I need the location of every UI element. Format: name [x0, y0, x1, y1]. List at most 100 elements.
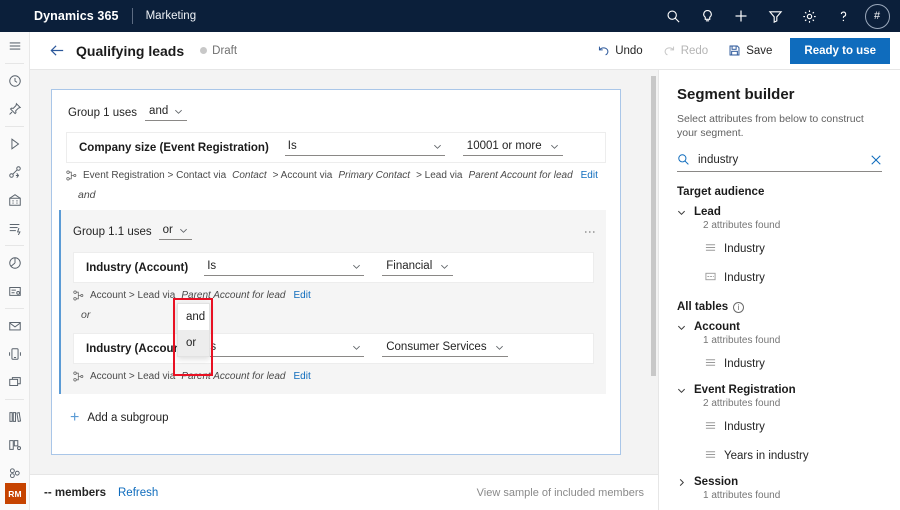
path-edit-link[interactable]: Edit: [293, 290, 310, 301]
condition-row[interactable]: Industry (Account) Is Financial: [73, 252, 594, 283]
target-audience-label: Target audience: [677, 186, 764, 198]
chevron-down-icon: [352, 262, 361, 271]
relationship-path: Account > Lead via Parent Account for le…: [73, 371, 594, 382]
condition-value-dropdown[interactable]: Consumer Services: [382, 340, 507, 357]
tree-group-name: Lead: [694, 206, 721, 218]
members-count-label: -- members: [44, 487, 106, 499]
path-segment-a: Parent Account for lead: [181, 371, 285, 382]
help-icon[interactable]: [826, 0, 860, 32]
hamburger-menu-icon[interactable]: [0, 32, 30, 60]
relationship-icon: [66, 170, 77, 181]
condition-value-dropdown[interactable]: 10001 or more: [463, 139, 563, 156]
attribute-item[interactable]: Industry: [705, 355, 882, 373]
attribute-item[interactable]: Years in industry: [705, 447, 882, 465]
view-sample-link[interactable]: View sample of included members: [477, 487, 644, 499]
email-icon[interactable]: [0, 312, 30, 340]
add-subgroup-label: Add a subgroup: [87, 412, 168, 424]
redo-label: Redo: [681, 45, 709, 57]
page-icon[interactable]: [0, 368, 30, 396]
rail-divider: [5, 126, 24, 127]
condition-value: Consumer Services: [386, 341, 486, 353]
tree-group-count: 2 attributes found: [703, 220, 882, 231]
status-dot-icon: [200, 47, 207, 54]
attribute-item[interactable]: Industry: [705, 269, 882, 287]
search-icon[interactable]: [656, 0, 690, 32]
chevron-down-icon: [352, 343, 361, 352]
user-initials-badge: RM: [5, 483, 26, 504]
group-1-operator-dropdown[interactable]: and: [145, 104, 187, 121]
condition-value: Financial: [386, 260, 432, 272]
tree-group-name: Event Registration: [694, 384, 796, 396]
tree-group-account[interactable]: Account: [677, 321, 882, 333]
lead-scoring-icon[interactable]: [0, 214, 30, 242]
user-badge-container[interactable]: RM: [0, 483, 30, 504]
dropdown-option-or[interactable]: or: [178, 330, 209, 356]
plus-icon[interactable]: [724, 0, 758, 32]
group-1-label: Group 1 uses: [68, 107, 137, 119]
path-mid: > Account via: [273, 170, 333, 181]
tree-group-count: 1 attributes found: [703, 335, 882, 346]
gear-icon[interactable]: [792, 0, 826, 32]
subgroup-1-1: Group 1.1 uses or ⋮ Industry (Account) I…: [59, 210, 606, 394]
save-button[interactable]: Save: [718, 36, 782, 66]
clear-search-icon[interactable]: [870, 154, 882, 166]
condition-operator-dropdown[interactable]: Is: [204, 340, 364, 357]
info-icon[interactable]: i: [733, 302, 744, 313]
ready-to-use-button[interactable]: Ready to use: [790, 38, 890, 64]
path-edit-link[interactable]: Edit: [581, 170, 598, 181]
event-icon[interactable]: [0, 186, 30, 214]
recent-clock-icon[interactable]: [0, 67, 30, 95]
group-conjunction-label: and: [78, 189, 620, 201]
back-arrow-icon[interactable]: [42, 36, 72, 66]
tree-group-lead[interactable]: Lead: [677, 206, 882, 218]
condition-row[interactable]: Industry (Account) Is Consumer Services: [73, 333, 594, 364]
attribute-label: Industry: [724, 272, 765, 284]
condition-row[interactable]: Company size (Event Registration) Is 100…: [66, 132, 606, 163]
subgroup-more-options-icon[interactable]: ⋮: [586, 226, 594, 238]
attribute-item[interactable]: Industry: [705, 418, 882, 436]
condition-attribute: Company size (Event Registration): [79, 142, 269, 154]
attribute-label: Industry: [724, 243, 765, 255]
operator-dropdown-menu[interactable]: and or: [177, 303, 210, 357]
relationship-icon: [73, 371, 84, 382]
tree-group-event-registration[interactable]: Event Registration: [677, 384, 882, 396]
group-1-header: Group 1 uses and: [52, 90, 620, 121]
subgroup-operator-dropdown[interactable]: or: [159, 223, 192, 240]
tree-group-session[interactable]: Session: [677, 476, 882, 488]
analytics-pie-icon[interactable]: [0, 249, 30, 277]
panel-title: Segment builder: [677, 86, 882, 103]
add-subgroup-button[interactable]: + Add a subgroup: [70, 412, 620, 424]
canvas-footer: -- members Refresh View sample of includ…: [30, 474, 658, 510]
chevron-down-icon: [677, 208, 687, 217]
refresh-link[interactable]: Refresh: [118, 487, 158, 499]
attribute-label: Years in industry: [724, 450, 809, 462]
redo-button[interactable]: Redo: [653, 36, 719, 66]
lightbulb-icon[interactable]: [690, 0, 724, 32]
all-tables-label: All tables: [677, 301, 728, 313]
search-input[interactable]: [698, 154, 862, 166]
templates-icon[interactable]: [0, 431, 30, 459]
condition-operator-dropdown[interactable]: Is: [204, 259, 364, 276]
condition-operator-dropdown[interactable]: Is: [285, 139, 445, 156]
attribute-search[interactable]: [677, 153, 882, 172]
path-edit-link[interactable]: Edit: [293, 371, 310, 382]
relationship-icon: [73, 290, 84, 301]
page-title: Qualifying leads: [76, 43, 184, 59]
library-icon[interactable]: [0, 403, 30, 431]
condition-value-dropdown[interactable]: Financial: [382, 259, 453, 276]
path-mid-2: > Lead via: [416, 170, 462, 181]
undo-button[interactable]: Undo: [587, 36, 653, 66]
segment-icon[interactable]: [0, 277, 30, 305]
status-label: Draft: [212, 45, 237, 57]
mobile-device-icon[interactable]: [0, 340, 30, 368]
canvas-scrollbar-thumb[interactable]: [651, 76, 656, 376]
command-bar: Qualifying leads Draft Undo R: [30, 32, 900, 70]
customer-journey-icon[interactable]: [0, 130, 30, 158]
filter-icon[interactable]: [758, 0, 792, 32]
pinned-icon[interactable]: [0, 95, 30, 123]
save-disk-icon: [728, 44, 741, 57]
attribute-item[interactable]: Industry: [705, 240, 882, 258]
marketing-email-flow-icon[interactable]: [0, 158, 30, 186]
dropdown-option-and[interactable]: and: [178, 304, 209, 330]
avatar[interactable]: #: [860, 0, 894, 32]
